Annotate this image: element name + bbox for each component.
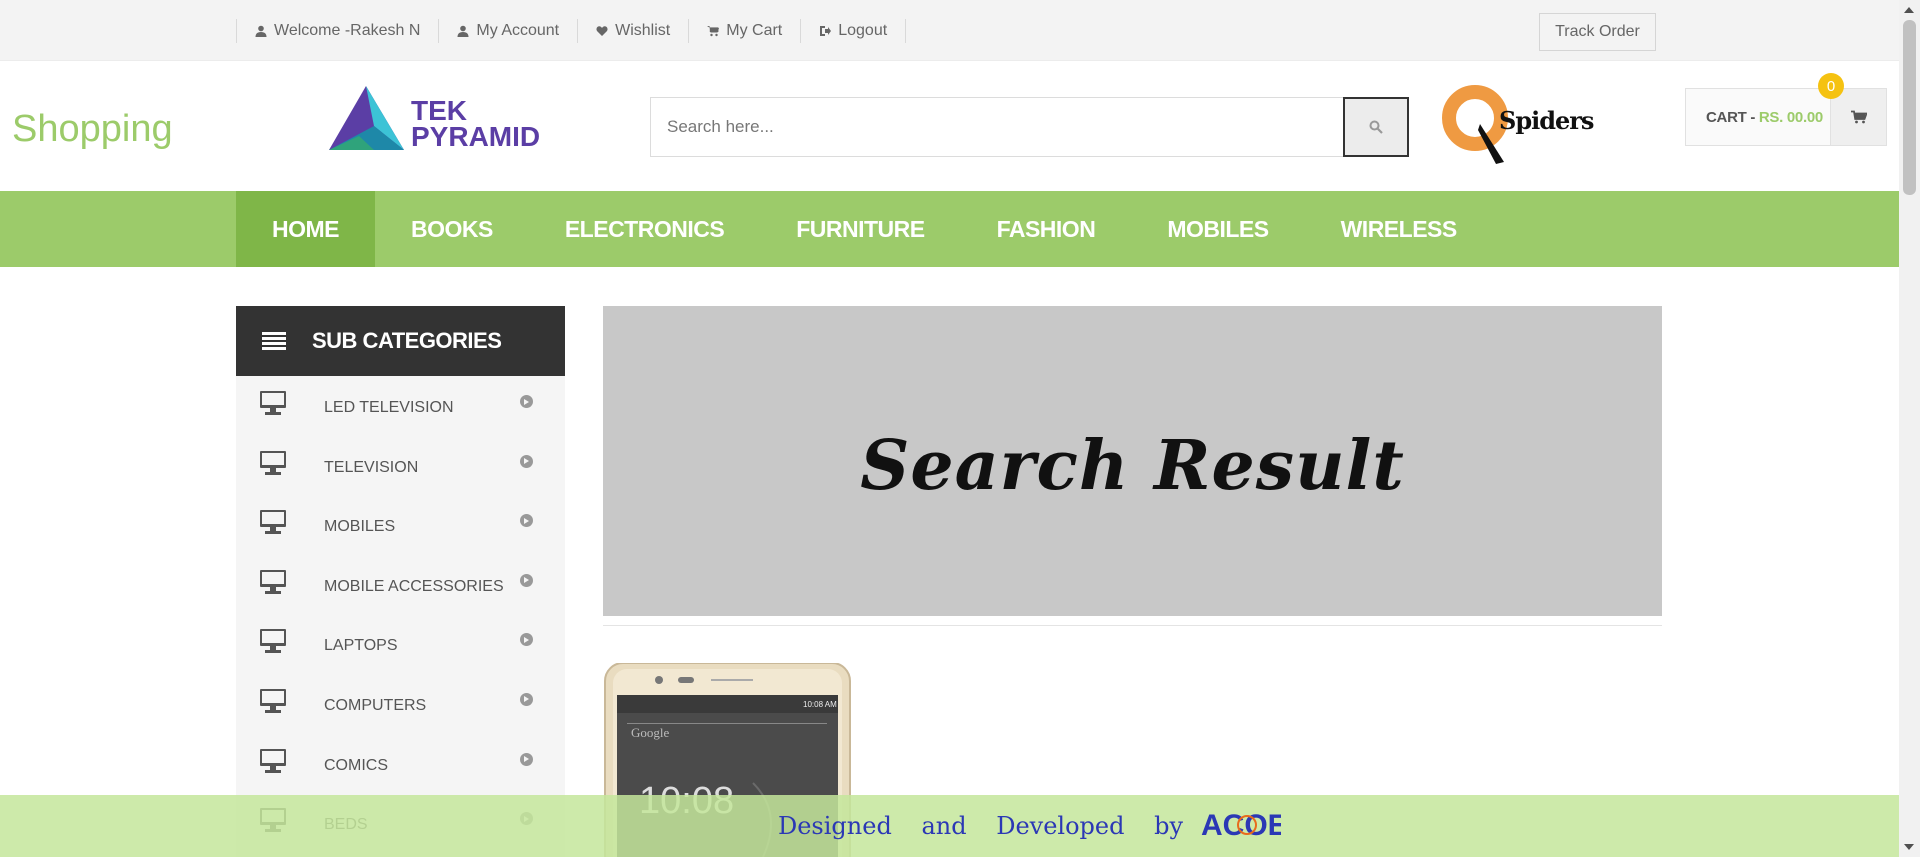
arrow-circle-right-icon [520,454,533,468]
scroll-thumb[interactable] [1903,20,1916,195]
banner-title: Search Result [860,426,1405,506]
nav-mobiles[interactable]: MOBILES [1131,191,1304,267]
subcategory-list: LED TELEVISION TELEVISION MOBILES MOBILE AC… [236,376,565,857]
sidebar-item-led-television[interactable]: LED TELEVISION [236,376,565,436]
acoe-logo[interactable]: ACOE [1201,807,1281,845]
arrow-circle-right-icon [520,395,533,408]
list-icon [262,332,286,350]
user-icon [255,25,267,37]
search-result-banner: Search Result [603,306,1662,616]
search-input[interactable] [651,98,1343,156]
cart-icon [707,26,720,37]
nav-home[interactable]: HOME [236,191,375,267]
monitor-icon [260,510,286,535]
cart-icon [1850,110,1867,124]
arrow-circle-right-icon [520,633,533,647]
sidebar-item-label: MOBILE ACCESSORIES [324,577,504,595]
cart-count-badge: 0 [1818,73,1844,99]
scroll-up-arrow-icon[interactable] [1904,7,1914,13]
qspiders-logo[interactable]: Spiders [1442,84,1594,164]
track-order-button[interactable]: Track Order [1539,13,1656,51]
arrow-circle-right-icon [520,514,533,528]
top-bar: Welcome -Rakesh N My Account Wishlist My… [0,0,1899,61]
wishlist-label: Wishlist [615,22,671,39]
subcategories-title: SUB CATEGORIES [312,328,502,353]
arrow-circle-right-icon [520,752,533,766]
search-button[interactable] [1343,97,1409,157]
cart-amount: RS. 00.00 [1758,108,1823,126]
arrow-circle-right-icon [520,573,533,587]
subcategories-header: SUB CATEGORIES [236,306,565,376]
cart-icon-button[interactable] [1830,89,1886,145]
logout-label: Logout [838,22,888,39]
sidebar-item-mobiles[interactable]: MOBILES [236,495,565,555]
heart-icon [596,26,608,36]
pyramid-icon [329,86,404,150]
phone-search-hint: Google [631,725,670,740]
monitor-icon [260,629,286,654]
search-icon [1369,120,1383,134]
cart-label: CART - [1706,108,1759,126]
site-title: Shopping [12,108,173,150]
wishlist-link[interactable]: Wishlist [577,19,688,43]
nav-fashion[interactable]: FASHION [961,191,1132,267]
monitor-icon [260,391,286,415]
user-icon [457,25,469,37]
sidebar-item-comics[interactable]: COMICS [236,734,565,794]
sidebar-item-laptops[interactable]: LAPTOPS [236,614,565,674]
sidebar-item-computers[interactable]: COMPUTERS [236,674,565,734]
sidebar-item-label: LED TELEVISION [324,399,454,416]
sidebar-item-label: COMICS [324,756,388,774]
scroll-down-arrow-icon[interactable] [1904,844,1914,850]
sidebar-item-mobile-accessories[interactable]: MOBILE ACCESSORIES [236,555,565,615]
my-cart-link[interactable]: My Cart [688,19,800,43]
main-nav: HOME BOOKS ELECTRONICS FURNITURE FASHION… [0,191,1899,267]
sidebar-item-label: COMPUTERS [324,696,427,714]
page-scrollbar[interactable] [1899,0,1920,857]
monitor-icon [260,688,286,713]
header-cart[interactable]: CART - RS. 00.00 [1685,88,1887,146]
top-links: Welcome -Rakesh N My Account Wishlist My… [236,16,907,46]
sidebar-item-label: TELEVISION [324,458,419,476]
tek-pyramid-logo[interactable]: TEK PYRAMID [329,86,549,156]
my-account-link[interactable]: My Account [438,19,577,43]
acoe-wordmark: ACOE [1201,809,1281,842]
qspiders-wordmark: Spiders [1499,106,1594,135]
phone-status-time: 10:08 AM [803,700,837,709]
logout-link[interactable]: Logout [800,19,907,43]
monitor-icon [260,569,286,594]
sidebar-item-label: MOBILES [324,518,396,536]
logo-wordmark: TEK PYRAMID [411,97,541,152]
arrow-circle-right-icon [520,692,533,706]
nav-furniture[interactable]: FURNITURE [760,191,960,267]
footer-text: Designed and Developed by [777,812,1184,840]
footer-credit: Designed and Developed by ACOE [0,795,1899,857]
sidebar-item-label: LAPTOPS [324,637,398,655]
monitor-icon [260,748,286,773]
my-account-label: My Account [476,22,560,39]
welcome-label: Welcome -Rakesh N [274,22,421,39]
search-bar [650,97,1409,157]
content-divider [603,625,1662,626]
cart-summary: CART - RS. 00.00 [1686,109,1830,126]
welcome-link[interactable]: Welcome -Rakesh N [236,19,438,43]
nav-electronics[interactable]: ELECTRONICS [529,191,760,267]
monitor-icon [260,450,286,475]
my-cart-label: My Cart [726,22,783,39]
sign-out-icon [820,26,832,36]
logo-line-2: PYRAMID [411,121,541,152]
nav-wireless[interactable]: WIRELESS [1305,191,1493,267]
nav-books[interactable]: BOOKS [375,191,529,267]
sidebar-item-television[interactable]: TELEVISION [236,436,565,496]
